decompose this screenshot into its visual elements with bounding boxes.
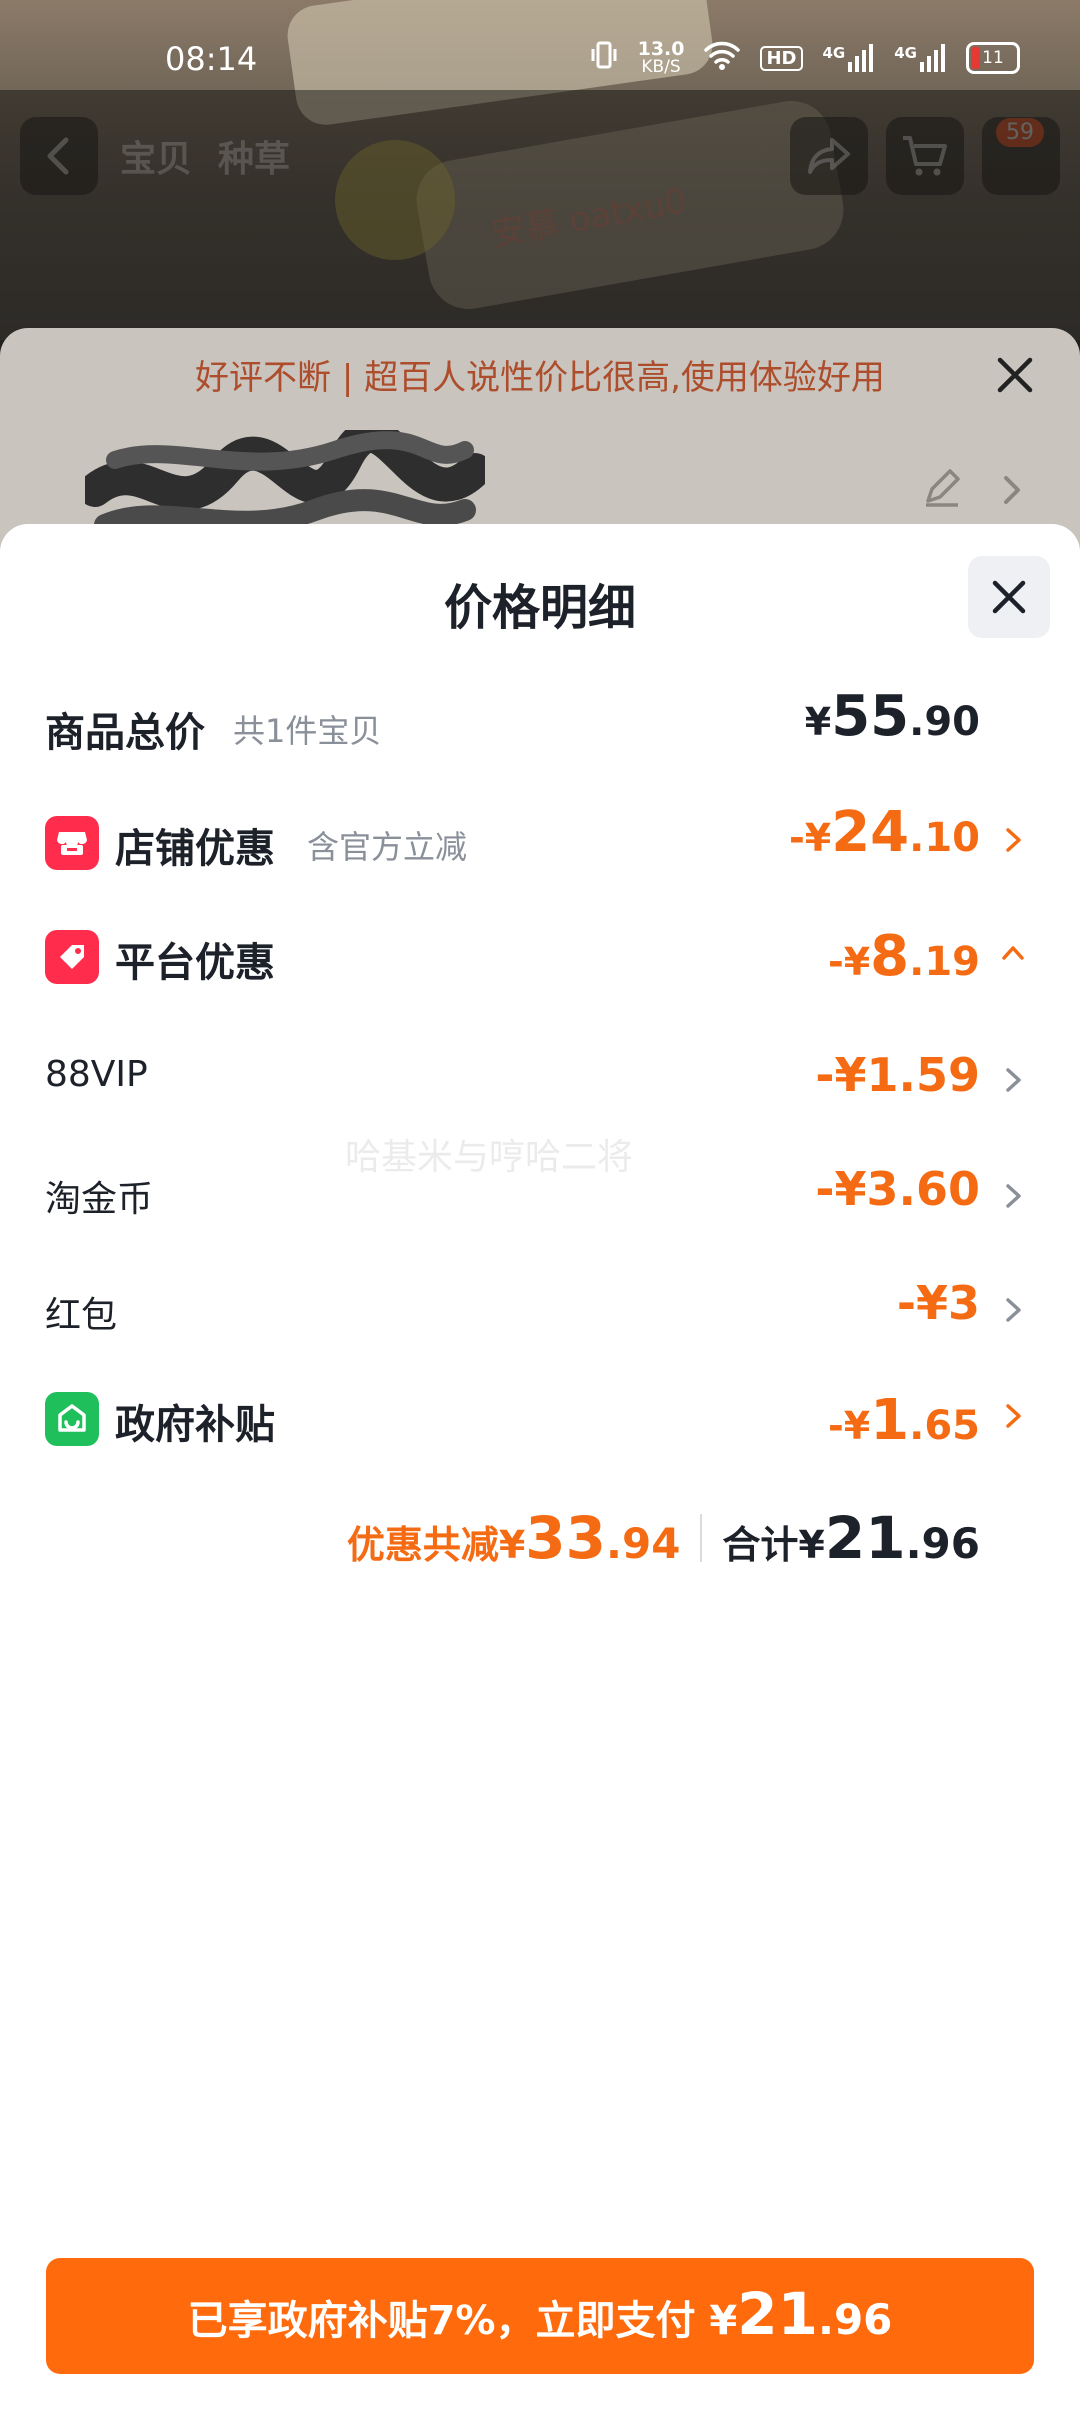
coin-label: 淘金币	[45, 1179, 154, 1220]
goods-total-row: 商品总价 共1件宝贝 ¥55.90	[0, 684, 1080, 774]
gov-subsidy-amount: -¥1.65	[827, 1388, 980, 1453]
vip-label: 88VIP	[45, 1054, 148, 1095]
vibrate-icon	[590, 40, 618, 76]
chevron-right-icon	[1006, 1298, 1021, 1322]
shop-discount-label: 店铺优惠	[115, 826, 275, 872]
shop-discount-amount: -¥24.10	[788, 800, 980, 865]
chevron-right-icon	[1006, 1184, 1021, 1208]
redpacket-amount: -¥3	[896, 1276, 980, 1330]
price-summary: 优惠共减¥ 33.94 合计¥ 21.96	[347, 1504, 980, 1572]
tag-icon	[45, 930, 99, 984]
total-discount: 优惠共减¥ 33.94	[346, 1504, 681, 1572]
close-icon	[992, 580, 1026, 614]
pay-button-text: 已享政府补贴7%，立即支付 ¥	[187, 2298, 738, 2344]
gov-subsidy-label: 政府补贴	[115, 1402, 275, 1448]
wifi-icon	[704, 40, 741, 76]
chevron-right-icon	[1006, 1068, 1021, 1092]
platform-discount-amount: -¥8.19	[827, 924, 980, 989]
redpacket-label: 红包	[45, 1295, 118, 1336]
edit-pen-icon[interactable]	[920, 465, 970, 515]
platform-discount-label: 平台优惠	[115, 940, 275, 986]
network-speed: 13.0 KB/S	[637, 38, 685, 77]
chevron-right-icon	[1006, 828, 1021, 852]
status-time: 08:14	[165, 40, 258, 78]
goods-count: 共1件宝贝	[233, 712, 382, 750]
signal-4g-icon: 4G	[823, 44, 875, 72]
vip-discount-row[interactable]: 88VIP -¥1.59	[0, 1034, 1080, 1124]
chevron-right-icon	[1006, 1404, 1021, 1428]
close-button[interactable]	[968, 556, 1050, 638]
shop-discount-sub: 含官方立减	[307, 828, 468, 866]
sheet-title: 价格明细	[443, 580, 636, 636]
battery-indicator: 11	[966, 42, 1020, 74]
chevron-right-icon	[996, 470, 1026, 510]
pay-button-dec: .96	[817, 2295, 893, 2344]
coin-amount: -¥3.60	[815, 1162, 980, 1216]
price-detail-sheet: 价格明细 商品总价 共1件宝贝 ¥55.90 店铺优惠 含官方立减 -¥24.1…	[0, 524, 1080, 2412]
gov-subsidy-row[interactable]: 政府补贴 -¥1.65	[0, 1378, 1080, 1468]
purchase-sheet-close-icon[interactable]	[990, 350, 1040, 400]
shop-icon	[45, 816, 99, 870]
hd-icon: HD	[760, 45, 803, 71]
chevron-up-icon	[1002, 946, 1024, 960]
signal-4g-icon-2: 4G	[894, 44, 946, 72]
gov-subsidy-icon	[45, 1392, 99, 1446]
goods-total-amount: ¥55.90	[804, 684, 980, 749]
watermark: 哈基米与哼哈二将	[345, 1137, 634, 1178]
shop-discount-row[interactable]: 店铺优惠 含官方立减 -¥24.10	[0, 800, 1080, 890]
vip-amount: -¥1.59	[815, 1048, 980, 1102]
pay-now-button[interactable]: 已享政府补贴7%，立即支付 ¥21.96	[46, 2258, 1034, 2374]
summary-divider	[700, 1514, 703, 1562]
pay-button-int: 21	[737, 2280, 818, 2348]
goods-total-label: 商品总价	[45, 710, 205, 756]
platform-discount-row[interactable]: 平台优惠 -¥8.19	[0, 914, 1080, 1004]
total-price: 合计¥ 21.96	[722, 1504, 980, 1572]
redpacket-discount-row[interactable]: 红包 -¥3	[0, 1264, 1080, 1354]
review-banner: 好评不断 | 超百人说性价比很高,使用体验好用	[195, 358, 885, 398]
